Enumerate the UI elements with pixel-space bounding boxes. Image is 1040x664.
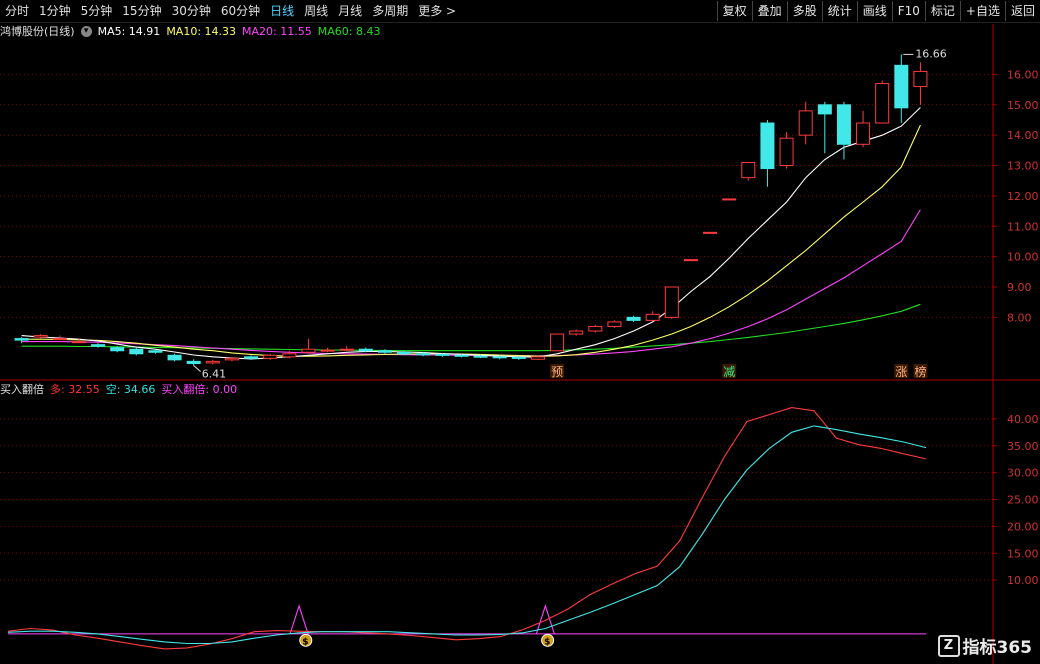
candle-body-34 [664, 286, 679, 318]
candle-body-21 [416, 353, 431, 356]
candle-body-8 [167, 354, 182, 361]
signal-badge-2: 涨 [895, 364, 907, 379]
candle-body-39 [760, 122, 775, 170]
candle-body-9 [186, 360, 201, 364]
candle-body-20 [397, 351, 412, 355]
candle-body-16 [320, 349, 335, 352]
candle-body-27 [530, 356, 545, 360]
sub-tick-label-2: 30.00 [1007, 467, 1039, 480]
sub-tick-label-5: 15.00 [1007, 547, 1039, 560]
candle-body-7 [148, 350, 163, 353]
candle-body-28 [550, 333, 565, 352]
candle-body-25 [492, 356, 507, 359]
candle-body-5 [110, 347, 125, 352]
ma-indicator-2: MA20: 11.55 [242, 24, 312, 38]
candle-body-4 [91, 344, 106, 347]
ma-indicator-0: MA5: 14.91 [97, 24, 161, 38]
kline-chart[interactable]: 16.00 15.00 14.00 13.00 12.00 11.00 10.00 9.00 8… [0, 0, 1040, 664]
candle-body-17 [339, 348, 354, 351]
sub-tick-label-0: 40.00 [1007, 413, 1039, 426]
candle-body-0 [14, 338, 29, 341]
candle-body-46 [894, 64, 909, 109]
sub-info-bar: 买入翻倍 多: 32.55 空: 34.66 买入翻倍: 0.00 [0, 381, 243, 397]
money-bag-icon-symbol-1: $ [544, 637, 550, 647]
price-tick-label-6: 10.00 [1007, 251, 1039, 264]
low-price-pointer [193, 365, 202, 373]
high-price-label: 16.66 [915, 47, 947, 60]
candle-body-13 [263, 354, 278, 359]
candle-body-6 [129, 348, 144, 355]
price-tick-label-8: 8.00 [1007, 311, 1032, 324]
candle-body-26 [511, 356, 526, 359]
sub-tick-label-6: 10.00 [1007, 574, 1039, 587]
candle-body-40 [779, 137, 794, 167]
price-tick-label-5: 11.00 [1007, 220, 1039, 233]
kong-line [7, 425, 927, 645]
watermark: Z 指标365 [937, 633, 1033, 658]
sub-indicator-value-2: 买入翻倍: 0.00 [161, 383, 238, 396]
candle-body-18 [358, 348, 373, 352]
candle-body-29 [569, 330, 584, 335]
price-tick-label-4: 12.00 [1007, 190, 1039, 203]
candle-body-41 [798, 110, 813, 136]
low-price-label: 6.41 [202, 368, 227, 381]
money-bag-icon-symbol-0: $ [302, 637, 308, 647]
candle-body-22 [435, 353, 450, 356]
candle-body-2 [52, 338, 67, 341]
candle-body-47 [913, 70, 928, 88]
candle-body-19 [377, 350, 392, 353]
price-tick-label-0: 16.00 [1007, 68, 1039, 81]
candle-body-30 [588, 325, 603, 332]
signal-badge-1: 减 [723, 365, 735, 379]
candle-body-36 [703, 231, 718, 234]
candle-body-37 [722, 198, 737, 201]
candle-body-31 [607, 321, 622, 327]
sub-indicator-value-0: 多: 32.55 [50, 383, 100, 396]
stock-label[interactable]: 鸿博股份(日线) [0, 23, 75, 39]
candle-body-38 [741, 161, 756, 179]
ma-indicator-1: MA10: 14.33 [166, 24, 237, 38]
price-tick-label-3: 13.00 [1007, 160, 1039, 173]
sub-indicator-value-1: 空: 34.66 [105, 383, 156, 396]
ma-indicator-3: MA60: 8.43 [317, 24, 381, 38]
price-tick-label-2: 14.00 [1007, 129, 1039, 142]
candle-body-14 [282, 353, 297, 358]
sub-tick-label-3: 25.00 [1007, 494, 1039, 507]
sub-tick-label-4: 20.00 [1007, 520, 1039, 533]
sub-indicator-name[interactable]: 买入翻倍 [0, 381, 44, 397]
ma20-line [21, 209, 921, 357]
candle-body-1 [33, 335, 48, 338]
candle-body-3 [71, 341, 86, 344]
watermark-text: 指标365 [962, 638, 1033, 658]
watermark-logo: Z [937, 634, 960, 657]
settings-icon[interactable]: ▾ [80, 25, 92, 37]
candle-body-15 [301, 348, 316, 353]
signal-badge-0: 预 [551, 365, 563, 379]
price-tick-label-1: 15.00 [1007, 99, 1039, 112]
price-tick-label-7: 9.00 [1007, 281, 1032, 294]
candle-body-35 [683, 259, 698, 262]
candle-body-33 [645, 313, 660, 321]
candle-body-12 [244, 356, 259, 359]
candle-body-23 [454, 354, 469, 357]
main-info-bar: 鸿博股份(日线) ▾ MA5: 14.91 MA10: 14.33 MA20: 11… [0, 23, 386, 39]
signal-badge-3: 榜 [914, 364, 926, 379]
candle-body-11 [224, 357, 239, 361]
buy-signal-spike-13 [289, 604, 309, 635]
candle-body-45 [875, 83, 890, 124]
candle-body-24 [473, 355, 488, 358]
duo-line [7, 407, 927, 650]
candle-body-32 [626, 316, 641, 321]
candle-body-43 [836, 104, 851, 145]
ma60-line [21, 303, 921, 352]
candle-body-42 [817, 104, 832, 115]
candle-body-44 [856, 122, 871, 145]
candle-body-10 [205, 360, 220, 364]
sub-tick-label-1: 35.00 [1007, 440, 1039, 453]
